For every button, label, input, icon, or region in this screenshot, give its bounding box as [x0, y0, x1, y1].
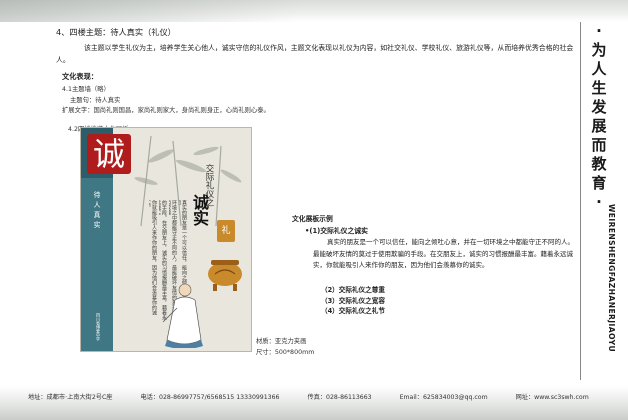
- section-heading: 4、四楼主题：待人真实（礼仪）: [56, 27, 176, 37]
- extended-text-line: 扩展文字：国尚礼则国昌，家尚礼则家大，身尚礼则身正，心尚礼则心泰。: [62, 107, 270, 114]
- sidebar-divider: [580, 22, 581, 380]
- ink-wash: [0, 0, 300, 22]
- footer-contact: 地址：成都市·上南大街2号C座 电话：028-86997757/6568515 …: [28, 392, 589, 404]
- slogan-char: 育: [591, 174, 607, 192]
- culture-label: 文化表现：: [62, 72, 98, 81]
- footer-email: Email：625834003@qq.com: [399, 394, 488, 401]
- slogan-char: 教: [591, 155, 607, 173]
- slogan-char: 为: [591, 41, 607, 59]
- sage-figure-illustration: [162, 283, 203, 348]
- example-list-item: （4）交际礼仪之礼节: [321, 307, 385, 315]
- theme-sentence-line: 主题句：待人真实: [70, 97, 121, 104]
- theme-wall-line: 4.1主题墙（略）: [62, 86, 110, 93]
- slogan-char: 而: [591, 136, 607, 154]
- board-title-big: 诚实: [190, 194, 209, 226]
- culture-board-image: 诚 待 人 真 实 四川省博爱中学 真实的朋友是一个可以信任，能向之倾吐心意，并…: [80, 127, 252, 352]
- slogan-char: 生: [591, 79, 607, 97]
- stripe-char: 待: [93, 191, 101, 199]
- stripe-char: 人: [93, 201, 101, 209]
- example-list-item: （3）交际礼仪之宽容: [321, 296, 385, 305]
- slogan-char: 展: [591, 117, 607, 135]
- footer-fax: 传真：028-86113663: [307, 394, 372, 401]
- stripe-char: 实: [93, 221, 101, 229]
- example-paragraph: 真实的朋友是一个可以信任，能向之倾吐心意，并在一切环境之中都能守正不阿的人。最能…: [313, 238, 574, 269]
- footer-address: 地址：成都市·上南大街2号C座: [28, 394, 113, 401]
- slogan-char: ·: [596, 22, 602, 40]
- top-ink-band: [0, 0, 628, 22]
- example-title: •(1)交际礼仪之诚实: [305, 227, 368, 235]
- slogan-char: 发: [591, 98, 607, 116]
- red-seal-stamp: 礼: [217, 220, 235, 242]
- stripe-char: 真: [93, 211, 101, 219]
- sidebar-slogan: · 为 人 生 发 展 而 教 育 ·: [585, 22, 613, 212]
- footer-phone: 电话：028-86997757/6568515 13330991366: [140, 394, 280, 401]
- brochure-page: 4、四楼主题：待人真实（礼仪） 该主题以学生礼仪为主，培养学生关心他人，诚实守信…: [0, 0, 628, 420]
- board-school-name: 四川省博爱中学: [96, 313, 101, 341]
- example-label: 文化展板示例: [292, 215, 333, 223]
- material-info: 材质：亚克力夹画 尺寸：500*800mm: [256, 336, 314, 358]
- size-line: 尺寸：500*800mm: [256, 349, 315, 356]
- footer-website: 网址：www.sc3swh.com: [515, 394, 589, 401]
- example-list-item: （2）交际礼仪之尊重: [321, 286, 385, 294]
- board-stripe-title: 待 人 真 实: [90, 190, 104, 230]
- sidebar-pinyin: WEIRENSHENGFAZHANERJIAOYU: [607, 204, 616, 353]
- example-list: （2）交际礼仪之尊重 （3）交际礼仪之宽容 （4）交际礼仪之礼节: [321, 285, 385, 317]
- material-line: 材质：亚克力夹画: [256, 338, 307, 345]
- bronze-pot-illustration: [208, 260, 242, 291]
- intro-paragraph: 该主题以学生礼仪为主，培养学生关心他人，诚实守信的礼仪作风，主题文化表现以礼仪为…: [56, 44, 574, 64]
- slogan-char: 人: [591, 60, 607, 78]
